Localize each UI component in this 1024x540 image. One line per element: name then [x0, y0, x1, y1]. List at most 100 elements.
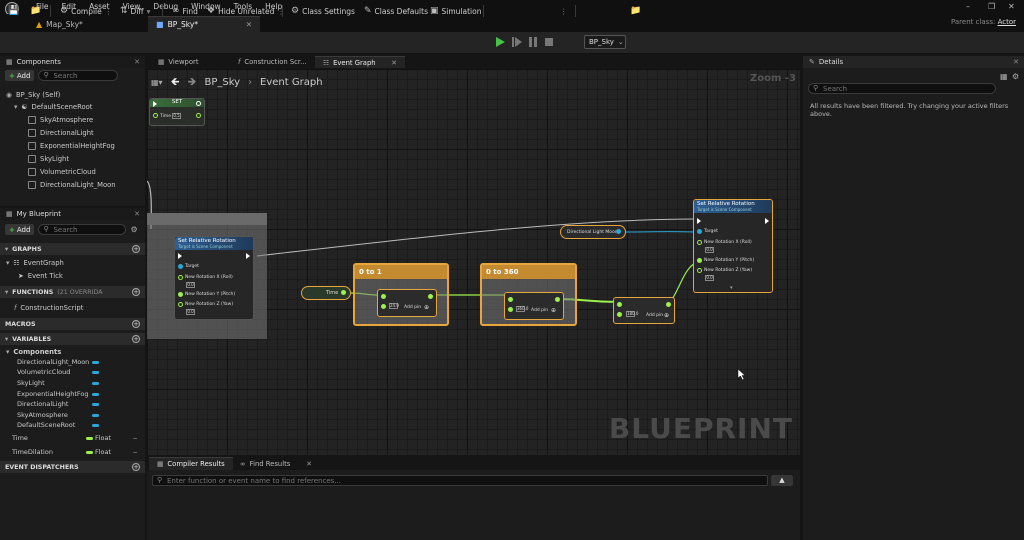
tab-map-sky[interactable]: ▲ Map_Sky* [28, 16, 91, 32]
save-button[interactable]: 💾 [8, 4, 19, 18]
a-pin[interactable] [617, 302, 622, 307]
compile-button[interactable]: ⚙ Compile ⋮ [60, 4, 112, 18]
find-references-input[interactable]: ⚲ Enter function or event name to find r… [152, 475, 768, 486]
tab-close-icon[interactable]: ✕ [306, 460, 312, 468]
components-add-button[interactable]: + Add [5, 70, 35, 81]
collapse-arrow-icon[interactable]: ▾ [14, 103, 17, 111]
maximize-icon[interactable]: ❐ [988, 2, 995, 11]
time-output-pin[interactable] [196, 113, 201, 118]
comment-0-to-1[interactable]: 0 to 1 24.0 Add pin ⊕ [353, 263, 449, 326]
step-icon[interactable] [511, 36, 523, 48]
b-pin[interactable] [617, 312, 622, 317]
browse-debug-button[interactable]: 📁 [630, 4, 641, 18]
stop-icon[interactable] [543, 36, 555, 48]
exec-out-pin[interactable] [246, 253, 250, 259]
component-item[interactable]: VolumetricCloud [28, 166, 96, 177]
add-pin-icon[interactable]: ⊕ [664, 312, 669, 319]
add-macro-icon[interactable]: + [132, 320, 140, 328]
time-input-pin[interactable] [153, 113, 158, 118]
pitch-pin[interactable] [697, 258, 702, 263]
find-in-all-blueprints-button[interactable]: ▲ [771, 475, 793, 486]
target-pin[interactable] [178, 264, 183, 269]
a-pin[interactable] [508, 297, 513, 302]
settings-icon[interactable]: ⚙ [1012, 72, 1019, 81]
comment-0-to-360[interactable]: 0 to 360 360.0 Add pin ⊕ [480, 263, 577, 326]
component-variable[interactable]: DirectionalLight_Moon [17, 357, 89, 367]
add-node[interactable]: 180.0 Add pin ⊕ [613, 297, 675, 324]
time-value-box[interactable]: 0.5 [172, 113, 181, 119]
variable-time-dilation[interactable]: TimeDilation [12, 447, 53, 457]
browse-button[interactable]: 📁 [30, 4, 41, 18]
find-button[interactable]: ∞ Find [172, 4, 198, 18]
component-item[interactable]: SkyLight [28, 153, 69, 164]
section-graphs[interactable]: ▾ GRAPHS + [0, 243, 145, 255]
exec-in-pin[interactable] [697, 218, 701, 224]
tab-close-icon[interactable]: ✕ [391, 59, 397, 67]
yaw-value-box[interactable]: 0.0 [705, 275, 714, 281]
component-variable[interactable]: SkyLight [17, 378, 45, 388]
time-getter-node[interactable]: Time [301, 286, 351, 300]
pitch-pin[interactable] [178, 292, 183, 297]
component-item[interactable]: DirectionalLight_Moon [28, 179, 116, 190]
tab-find-results[interactable]: ∞ Find Results ✕ [232, 457, 320, 470]
roll-pin[interactable] [178, 275, 183, 280]
moon-out-pin[interactable] [616, 229, 621, 234]
panel-close-icon[interactable]: ✕ [134, 210, 140, 218]
close-icon[interactable]: ✕ [1008, 2, 1015, 11]
tab-bp-sky[interactable]: ■ BP_Sky* ✕ [148, 16, 260, 32]
tab-viewport[interactable]: ▦ Viewport [150, 56, 206, 68]
roll-value-box[interactable]: 0.0 [705, 247, 714, 253]
simulation-button[interactable]: ▣ Simulation [430, 4, 481, 18]
component-default-scene-root[interactable]: ▾ ☯ DefaultSceneRoot [14, 101, 92, 112]
offset-value-box[interactable]: 180.0 [626, 311, 638, 317]
variable-replicate-icon[interactable]: ⌢ [133, 447, 137, 457]
event-graph-canvas[interactable]: ▦▾ 🡸 🡺 BP_Sky › Event Graph Zoom -3 BLUE… [147, 69, 800, 455]
pause-icon[interactable] [527, 36, 539, 48]
debug-object-dropdown[interactable]: BP_Sky ⌄ [584, 35, 626, 49]
yaw-pin[interactable] [697, 268, 702, 273]
set-relative-rotation-node[interactable]: Set Relative Rotation Target is Scene Co… [693, 199, 773, 293]
variable-type[interactable]: Float [95, 447, 111, 457]
tab-event-graph[interactable]: ☷ Event Graph ✕ [315, 56, 405, 68]
components-search-input[interactable]: ⚲ Search [38, 70, 119, 81]
result-pin[interactable] [428, 294, 433, 299]
tab-close-icon[interactable]: ✕ [246, 20, 252, 29]
variable-category-components[interactable]: ▾ Components [6, 346, 61, 357]
roll-pin[interactable] [697, 240, 702, 245]
directional-light-moon-node[interactable]: Directional Light Moon [560, 225, 626, 239]
component-variable[interactable]: SkyAtmosphere [17, 410, 68, 420]
panel-close-icon[interactable]: ✕ [134, 58, 140, 66]
blueprint-add-button[interactable]: + Add [5, 224, 35, 235]
yaw-pin[interactable] [178, 302, 183, 307]
play-options-icon[interactable]: ⋮ [560, 4, 568, 18]
settings-icon[interactable]: ⚙ [130, 225, 137, 234]
exec-in-pin[interactable] [178, 253, 182, 259]
expand-arrow-icon[interactable]: ▾ [730, 285, 733, 291]
a-pin[interactable] [381, 294, 386, 299]
component-item[interactable]: ExponentialHeightFog [28, 140, 115, 151]
minimize-icon[interactable]: – [966, 2, 970, 11]
add-variable-icon[interactable]: + [132, 335, 140, 343]
section-variables[interactable]: ▾ VARIABLES + [0, 333, 145, 345]
b-pin[interactable] [508, 307, 513, 312]
multiplier-value-box[interactable]: 360.0 [516, 306, 528, 312]
yaw-value-box[interactable]: 0.0 [186, 309, 195, 315]
blueprint-search-input[interactable]: ⚲ Search [38, 224, 127, 235]
tab-compiler-results[interactable]: ▦ Compiler Results [149, 457, 233, 470]
class-defaults-button[interactable]: ✎ Class Defaults [364, 4, 428, 18]
divisor-value-box[interactable]: 24.0 [389, 303, 399, 309]
component-self[interactable]: ◉ BP_Sky (Self) [6, 89, 60, 100]
component-variable[interactable]: VolumetricCloud [17, 367, 70, 377]
component-item[interactable]: SkyAtmosphere [28, 114, 93, 125]
component-variable[interactable]: DirectionalLight [17, 399, 68, 409]
graph-event-graph[interactable]: ▾ ☷ EventGraph [6, 257, 64, 268]
component-variable[interactable]: ExponentialHeightFog [17, 389, 89, 399]
variable-type[interactable]: Float [95, 433, 111, 443]
set-relative-rotation-node[interactable]: Set Relative Rotation Target is Scene Co… [174, 236, 254, 320]
diff-button[interactable]: ⇅ Diff ▾ [120, 4, 150, 18]
details-search-input[interactable]: ⚲ Search [808, 83, 996, 94]
divide-node[interactable]: 24.0 Add pin ⊕ [377, 289, 437, 317]
hide-unrelated-button[interactable]: ❖ Hide Unrelated ⋮ [207, 4, 285, 18]
component-item[interactable]: DirectionalLight [28, 127, 94, 138]
result-pin[interactable] [555, 297, 560, 302]
